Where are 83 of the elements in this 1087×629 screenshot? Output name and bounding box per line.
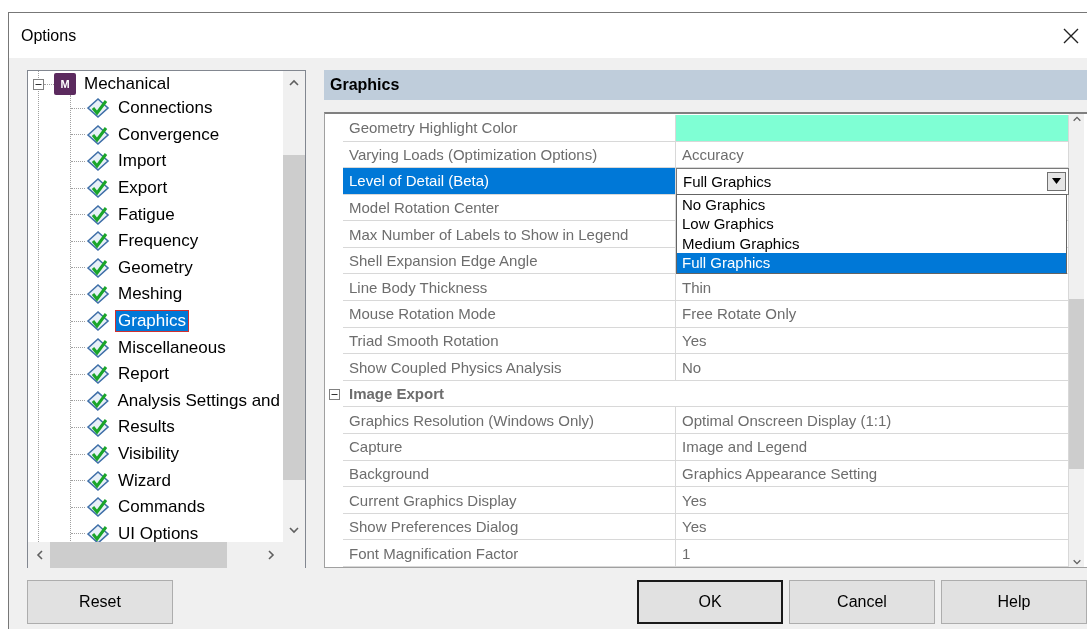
- tree-item[interactable]: Mechanical: [84, 74, 170, 94]
- checkbox-check-icon: [85, 255, 111, 280]
- property-value: 1: [682, 544, 691, 562]
- tree-item[interactable]: Commands: [115, 496, 208, 519]
- property-value: No: [682, 358, 702, 376]
- tree-item[interactable]: Analysis Settings and: [114, 389, 283, 412]
- property-value: Yes: [682, 331, 707, 349]
- property-value: Accuracy: [682, 145, 744, 163]
- chevron-down-icon[interactable]: [1071, 557, 1082, 567]
- tree-item[interactable]: Results: [115, 416, 178, 439]
- checkbox-check-icon: [85, 442, 111, 466]
- dialog-button[interactable]: Cancel: [789, 580, 935, 624]
- property-value: Graphics Appearance Setting: [682, 464, 878, 482]
- tree-item[interactable]: Meshing: [115, 283, 186, 306]
- dropdown-option[interactable]: Low Graphics: [677, 214, 1066, 234]
- chevron-left-icon[interactable]: [34, 549, 46, 561]
- checkbox-check-icon: [85, 495, 111, 520]
- property-name[interactable]: Capture: [343, 434, 676, 461]
- scrollbar-thumb[interactable]: [1069, 298, 1084, 469]
- property-name[interactable]: Geometry Highlight Color: [343, 114, 676, 142]
- checkbox-check-icon: [85, 362, 111, 387]
- tree-item[interactable]: Export: [115, 177, 171, 200]
- checkbox-check-icon: [85, 176, 111, 201]
- property-name[interactable]: Current Graphics Display: [343, 487, 676, 514]
- app-logo-icon: M: [54, 73, 76, 95]
- dropdown-arrow-icon[interactable]: [1052, 178, 1061, 185]
- property-name[interactable]: Model Rotation Center: [343, 194, 676, 222]
- tree-item[interactable]: Visibility: [115, 443, 183, 465]
- property-name[interactable]: Background: [343, 460, 676, 488]
- tree-item[interactable]: Miscellaneous: [115, 336, 229, 359]
- dropdown-option[interactable]: No Graphics: [677, 194, 1066, 215]
- tree-item[interactable]: UI Options: [115, 522, 202, 542]
- checkbox-check-icon: [85, 149, 111, 174]
- tree-item[interactable]: Frequency: [115, 230, 202, 253]
- property-name[interactable]: Shell Expansion Edge Angle: [343, 247, 676, 275]
- tree-item[interactable]: Graphics: [115, 310, 190, 333]
- tree-item[interactable]: Wizard: [115, 469, 174, 492]
- collapse-toggle-icon[interactable]: [33, 78, 44, 90]
- tree-item[interactable]: Report: [115, 363, 173, 386]
- property-name[interactable]: Graphics Resolution (Windows Only): [343, 407, 676, 435]
- property-value: Image and Legend: [682, 438, 808, 456]
- property-value: Optimal Onscreen Display (1:1): [682, 411, 892, 429]
- property-value: Free Rotate Only: [682, 305, 797, 323]
- dropdown-option[interactable]: Full Graphics: [677, 253, 1066, 273]
- checkbox-check-icon: [85, 468, 111, 493]
- window-title: Options: [21, 26, 77, 45]
- color-swatch[interactable]: [676, 114, 1068, 141]
- checkbox-check-icon: [85, 282, 111, 307]
- property-name[interactable]: Mouse Rotation Mode: [343, 301, 676, 328]
- checkbox-check-icon: [85, 415, 111, 440]
- property-name[interactable]: Line Body Thickness: [343, 274, 676, 302]
- property-name[interactable]: Max Number of Labels to Show in Legend: [343, 221, 676, 248]
- checkbox-check-icon: [85, 229, 111, 254]
- checkbox-check-icon: [84, 388, 111, 413]
- property-name[interactable]: Show Preferences Dialog: [343, 513, 676, 541]
- tree-item[interactable]: Fatigue: [115, 203, 178, 226]
- tree-item[interactable]: Geometry: [115, 256, 196, 279]
- dialog-button[interactable]: Help: [941, 580, 1087, 624]
- scrollbar-thumb[interactable]: [283, 155, 305, 480]
- chevron-down-icon[interactable]: [288, 524, 300, 536]
- category-label: Image Export: [343, 380, 1069, 408]
- property-name[interactable]: Level of Detail (Beta): [343, 168, 676, 195]
- property-name[interactable]: Triad Smooth Rotation: [343, 327, 676, 355]
- dropdown-option[interactable]: Medium Graphics: [677, 233, 1066, 254]
- collapse-toggle-icon[interactable]: [328, 388, 340, 400]
- tree-item[interactable]: Import: [115, 150, 170, 173]
- tree-item[interactable]: Convergence: [115, 123, 223, 146]
- property-value: Yes: [682, 491, 707, 509]
- checkbox-check-icon: [85, 96, 111, 121]
- dialog-button[interactable]: Reset: [27, 580, 173, 624]
- chevron-right-icon[interactable]: [265, 549, 277, 561]
- property-name[interactable]: Show Coupled Physics Analysis: [343, 354, 676, 381]
- property-value: Thin: [682, 278, 712, 296]
- tree-item[interactable]: Connections: [115, 97, 216, 120]
- property-value: Yes: [682, 518, 707, 536]
- panel-title: Graphics: [330, 75, 400, 94]
- checkbox-check-icon: [85, 309, 111, 334]
- property-name[interactable]: Font Magnification Factor: [343, 540, 676, 567]
- checkbox-check-icon: [85, 202, 111, 227]
- dialog-button[interactable]: OK: [637, 580, 783, 624]
- scrollbar-thumb[interactable]: [50, 542, 227, 568]
- checkbox-check-icon: [85, 122, 111, 147]
- checkbox-check-icon: [85, 335, 111, 360]
